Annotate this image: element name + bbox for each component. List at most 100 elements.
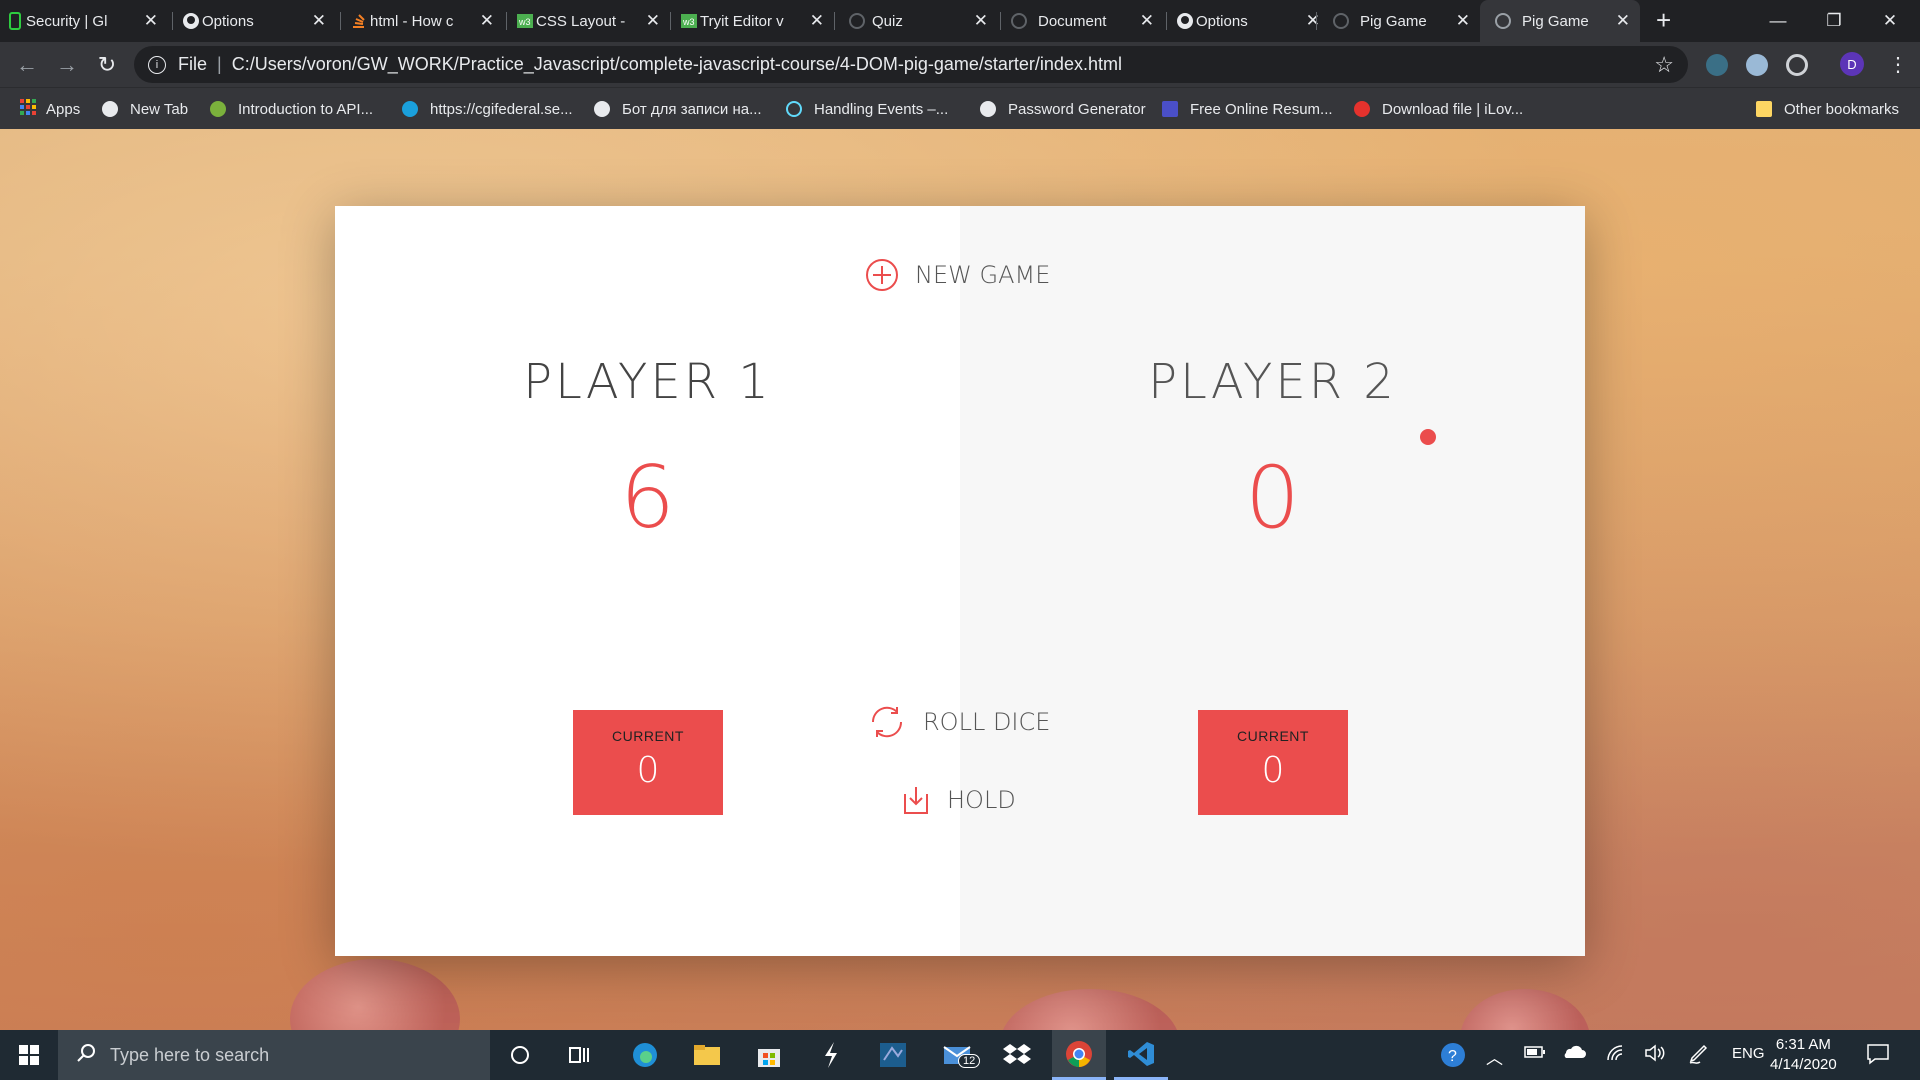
tab-title: Quiz — [872, 12, 903, 30]
info-icon[interactable]: i — [148, 55, 166, 74]
chevron-up-icon[interactable]: ︿ — [1486, 1044, 1503, 1069]
tab-separator — [340, 12, 341, 30]
dropbox-icon[interactable] — [992, 1030, 1042, 1080]
tab-pig-game-active[interactable]: Pig Game ✕ — [1480, 0, 1640, 42]
close-icon[interactable]: ✕ — [312, 11, 326, 31]
bookmark-apps[interactable]: Apps — [20, 88, 80, 130]
folder-icon — [1756, 101, 1772, 117]
bookmark-label: Apps — [46, 100, 81, 118]
bookmark-cgifederal[interactable]: https://cgifederal.se... — [402, 88, 573, 130]
game-panel: PLAYER 1 6 Current 0 PLAYER 2 0 Current … — [335, 206, 1585, 956]
new-tab-icon[interactable]: + — [1656, 5, 1671, 36]
language-indicator[interactable]: ENG — [1732, 1045, 1765, 1062]
close-icon[interactable]: ✕ — [1140, 11, 1154, 31]
close-icon[interactable]: ✕ — [1306, 11, 1320, 31]
bookmark-resume[interactable]: Free Online Resum... — [1162, 88, 1333, 130]
vscode-icon[interactable] — [1114, 1030, 1168, 1080]
clock[interactable]: 6:31 AM 4/14/2020 — [1770, 1035, 1837, 1075]
file-explorer-icon[interactable] — [682, 1030, 732, 1080]
current-label: Current — [1237, 728, 1309, 744]
lightning-app-icon[interactable] — [806, 1030, 856, 1080]
extension-globe-icon[interactable] — [1746, 54, 1768, 76]
mail-icon[interactable]: 12 — [930, 1030, 986, 1080]
restore-icon[interactable]: ❐ — [1806, 0, 1862, 42]
bookmark-ilovepdf[interactable]: Download file | iLov... — [1354, 88, 1523, 130]
player-1-current-score: 0 — [636, 750, 660, 791]
tab-stackoverflow[interactable]: html - How c ✕ — [344, 0, 504, 42]
bookmarks-bar: Apps New Tab Introduction to API... http… — [0, 87, 1920, 129]
bookmark-label: Introduction to API... — [238, 100, 374, 118]
tab-security[interactable]: Security | Gl ✕ — [0, 0, 168, 42]
edge-icon[interactable] — [620, 1030, 670, 1080]
tab-separator — [1316, 12, 1317, 30]
volume-icon[interactable] — [1644, 1044, 1666, 1067]
tab-title: Options — [202, 12, 254, 30]
tab-document[interactable]: Document ✕ — [1004, 0, 1164, 42]
mail-badge: 12 — [958, 1054, 981, 1068]
onedrive-icon[interactable] — [1562, 1044, 1586, 1065]
close-icon[interactable]: ✕ — [1456, 11, 1470, 31]
bookmark-api-intro[interactable]: Introduction to API... — [210, 88, 373, 130]
bookmark-new-tab[interactable]: New Tab — [102, 88, 188, 130]
player-2-name: PLAYER 2 — [1148, 354, 1397, 410]
player-2-score: 0 — [1245, 448, 1300, 548]
reload-icon[interactable]: ↻ — [92, 50, 122, 80]
help-icon[interactable]: ? — [1440, 1042, 1468, 1073]
close-window-icon[interactable]: ✕ — [1862, 0, 1918, 42]
profile-avatar[interactable]: D — [1840, 52, 1864, 76]
tab-quiz[interactable]: Quiz ✕ — [838, 0, 998, 42]
address-bar[interactable]: i File | C:/Users/voron/GW_WORK/Practice… — [134, 46, 1688, 83]
tab-options-1[interactable]: Options ✕ — [176, 0, 336, 42]
sql-tool-icon[interactable] — [868, 1030, 918, 1080]
background-raspberry — [1460, 989, 1590, 1030]
bookmark-other[interactable]: Other bookmarks — [1756, 88, 1899, 130]
tab-options-2[interactable]: Options ✕ — [1170, 0, 1330, 42]
plus-circle-icon — [866, 259, 898, 291]
tab-title: Tryit Editor v — [700, 12, 784, 30]
wifi-icon[interactable] — [1606, 1044, 1628, 1067]
extension-target-icon[interactable] — [1786, 54, 1808, 76]
windows-taskbar: Type here to search 12 ? ︿ ENG 6:31 AM 4… — [0, 1030, 1920, 1080]
new-game-button[interactable]: NEW GAME — [865, 258, 1050, 292]
close-icon[interactable]: ✕ — [974, 11, 988, 31]
globe-icon — [102, 101, 118, 117]
menu-icon[interactable]: ⋮ — [1888, 52, 1908, 77]
bookmark-label: Handling Events –... — [814, 100, 949, 118]
close-icon[interactable]: ✕ — [1616, 11, 1630, 31]
notifications-icon[interactable] — [1866, 1042, 1890, 1071]
tab-separator — [834, 12, 835, 30]
search-placeholder: Type here to search — [110, 1044, 270, 1065]
security-icon — [6, 12, 24, 30]
close-icon[interactable]: ✕ — [144, 11, 158, 31]
bookmark-password-generator[interactable]: Password Generator — [980, 88, 1146, 130]
chrome-icon[interactable] — [1052, 1030, 1106, 1080]
svg-text:w3: w3 — [518, 17, 531, 27]
tab-separator — [670, 12, 671, 30]
task-view-icon[interactable] — [556, 1030, 604, 1080]
tab-pig-game-1[interactable]: Pig Game ✕ — [1320, 0, 1480, 42]
pen-icon[interactable] — [1688, 1044, 1710, 1069]
forward-icon[interactable]: → — [52, 50, 82, 80]
url-text[interactable]: C:/Users/voron/GW_WORK/Practice_Javascri… — [232, 54, 1122, 75]
bookmark-star-icon[interactable]: ☆ — [1654, 52, 1674, 78]
roll-dice-button[interactable]: ROLL DICE — [867, 704, 1050, 740]
taskbar-search-input[interactable]: Type here to search — [58, 1030, 490, 1080]
bookmark-handling-events[interactable]: Handling Events –... — [786, 88, 948, 130]
back-icon[interactable]: ← — [12, 50, 42, 80]
cortana-icon[interactable] — [496, 1030, 544, 1080]
battery-icon[interactable] — [1524, 1044, 1546, 1065]
hold-button[interactable]: HOLD — [901, 784, 1016, 816]
player-2-panel: PLAYER 2 0 Current 0 — [960, 206, 1585, 956]
store-icon[interactable] — [744, 1030, 794, 1080]
close-icon[interactable]: ✕ — [480, 11, 494, 31]
close-icon[interactable]: ✕ — [810, 11, 824, 31]
windows-start-icon[interactable] — [0, 1030, 58, 1080]
hold-label: HOLD — [947, 786, 1016, 814]
minimize-icon[interactable]: — — [1750, 0, 1806, 42]
close-icon[interactable]: ✕ — [646, 11, 660, 31]
tab-css-layout[interactable]: w3 CSS Layout - ✕ — [510, 0, 670, 42]
bookmark-bot[interactable]: Бот для записи на... — [594, 88, 762, 130]
tab-tryit-editor[interactable]: w3 Tryit Editor v ✕ — [674, 0, 834, 42]
w3schools-icon: w3 — [516, 12, 534, 30]
extension-recycle-icon[interactable] — [1706, 54, 1728, 76]
